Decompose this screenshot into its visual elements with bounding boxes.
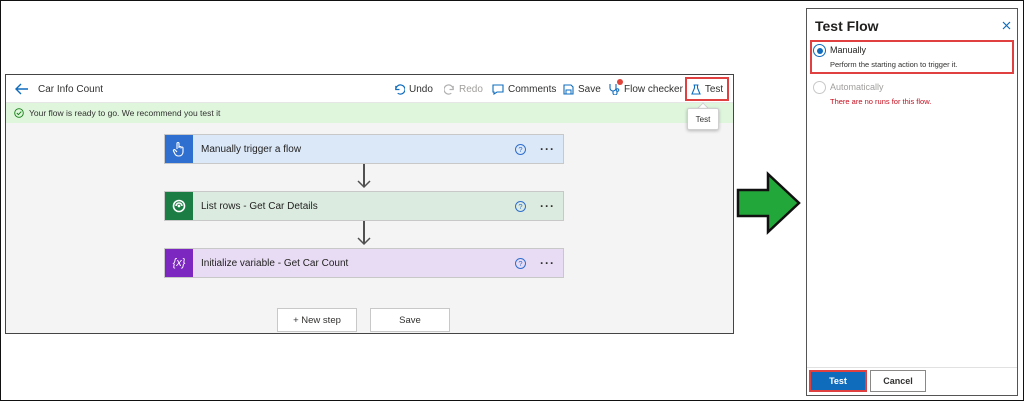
redo-icon	[444, 83, 454, 95]
more-options-icon[interactable]: ···	[540, 257, 555, 269]
manually-label: Manually	[830, 45, 867, 55]
step-card-list-rows[interactable]: List rows - Get Car Details ? ···	[164, 191, 564, 221]
check-circle-icon	[14, 108, 24, 118]
step-title: List rows - Get Car Details	[201, 200, 318, 212]
flow-checker-label: Flow checker	[624, 83, 683, 95]
comment-icon	[492, 83, 504, 95]
connector-arrowhead	[357, 180, 371, 189]
designer-toolbar: Car Info Count Undo Redo Comments Save F…	[6, 75, 733, 103]
test-label: Test	[704, 83, 724, 95]
manually-radio[interactable]	[813, 44, 826, 57]
help-icon[interactable]: ?	[515, 257, 526, 269]
ready-banner: Your flow is ready to go. We recommend y…	[6, 103, 733, 123]
test-flow-panel: Test Flow Manually Perform the starting …	[806, 8, 1018, 396]
flask-icon	[691, 83, 701, 95]
undo-label: Undo	[409, 83, 433, 95]
cancel-button-label: Cancel	[883, 376, 913, 386]
redo-label: Redo	[459, 83, 483, 95]
manually-description: Perform the starting action to trigger i…	[830, 60, 958, 69]
comments-button[interactable]: Comments	[492, 81, 556, 97]
save-icon	[563, 83, 574, 95]
help-icon[interactable]: ?	[515, 200, 526, 212]
undo-icon	[395, 83, 405, 95]
undo-button[interactable]: Undo	[394, 81, 433, 97]
cancel-button[interactable]: Cancel	[870, 370, 926, 392]
test-toolbar-button[interactable]: Test	[685, 77, 729, 101]
save-label: Save	[578, 83, 601, 95]
more-options-icon[interactable]: ···	[540, 143, 555, 155]
help-icon[interactable]: ?	[515, 143, 526, 155]
panel-title: Test Flow	[815, 18, 879, 34]
comments-label: Comments	[508, 83, 557, 95]
variable-icon: {x}	[165, 249, 193, 277]
save-toolbar-button[interactable]: Save	[563, 81, 601, 97]
step-card-trigger[interactable]: Manually trigger a flow ? ···	[164, 134, 564, 164]
save-button[interactable]: Save	[370, 308, 450, 332]
right-arrow-icon	[736, 171, 801, 235]
redo-button[interactable]: Redo	[444, 81, 483, 97]
step-card-initialize-variable[interactable]: {x} Initialize variable - Get Car Count …	[164, 248, 564, 278]
step-title: Manually trigger a flow	[201, 143, 302, 155]
step-title: Initialize variable - Get Car Count	[201, 257, 349, 269]
hand-touch-icon	[165, 135, 193, 163]
close-icon[interactable]	[999, 18, 1013, 32]
automatically-description: There are no runs for this flow.	[830, 97, 932, 106]
test-tooltip: Test	[687, 108, 719, 130]
dataverse-icon	[165, 192, 193, 220]
notification-dot	[617, 79, 623, 85]
banner-text: Your flow is ready to go. We recommend y…	[29, 108, 221, 118]
test-button[interactable]: Test	[809, 370, 867, 392]
flow-designer: Car Info Count Undo Redo Comments Save F…	[5, 74, 734, 334]
automatically-radio[interactable]	[813, 81, 826, 94]
footer-divider	[807, 367, 1017, 368]
new-step-button[interactable]: + New step	[277, 308, 357, 332]
more-options-icon[interactable]: ···	[540, 200, 555, 212]
connector-arrowhead	[357, 237, 371, 246]
flow-title: Car Info Count	[38, 84, 104, 95]
back-arrow-icon[interactable]	[14, 81, 30, 97]
test-button-label: Test	[829, 376, 847, 386]
automatically-label: Automatically	[830, 82, 884, 92]
